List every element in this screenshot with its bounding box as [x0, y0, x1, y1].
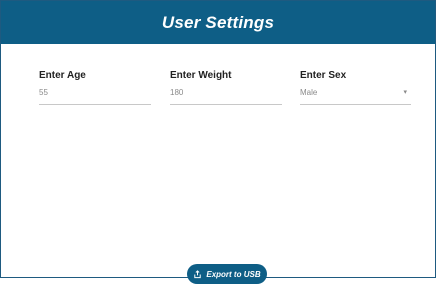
sex-label: Enter Sex [300, 70, 347, 81]
export-to-usb-button[interactable]: Export to USB [187, 264, 267, 284]
age-underline [39, 104, 151, 105]
settings-window: User Settings Enter Age 55 Enter Weight … [0, 0, 436, 284]
sex-select-value: Male [300, 88, 318, 97]
weight-field[interactable]: Enter Weight 180 [170, 69, 282, 105]
age-input[interactable]: 55 [39, 88, 151, 98]
weight-label: Enter Weight [170, 70, 232, 81]
weight-underline [170, 104, 282, 105]
chevron-down-icon[interactable]: ▾ [403, 88, 407, 98]
header-bar: User Settings [1, 1, 435, 44]
age-field[interactable]: Enter Age 55 [39, 69, 151, 105]
page-title: User Settings [161, 12, 275, 32]
age-label: Enter Age [39, 70, 86, 81]
sex-field[interactable]: Enter Sex Male ▾ [300, 69, 411, 105]
export-button-label: Export to USB [206, 269, 261, 279]
sex-underline [300, 104, 411, 105]
export-icon [193, 269, 202, 279]
weight-input[interactable]: 180 [170, 88, 282, 98]
sex-select[interactable]: Male ▾ [300, 88, 411, 98]
